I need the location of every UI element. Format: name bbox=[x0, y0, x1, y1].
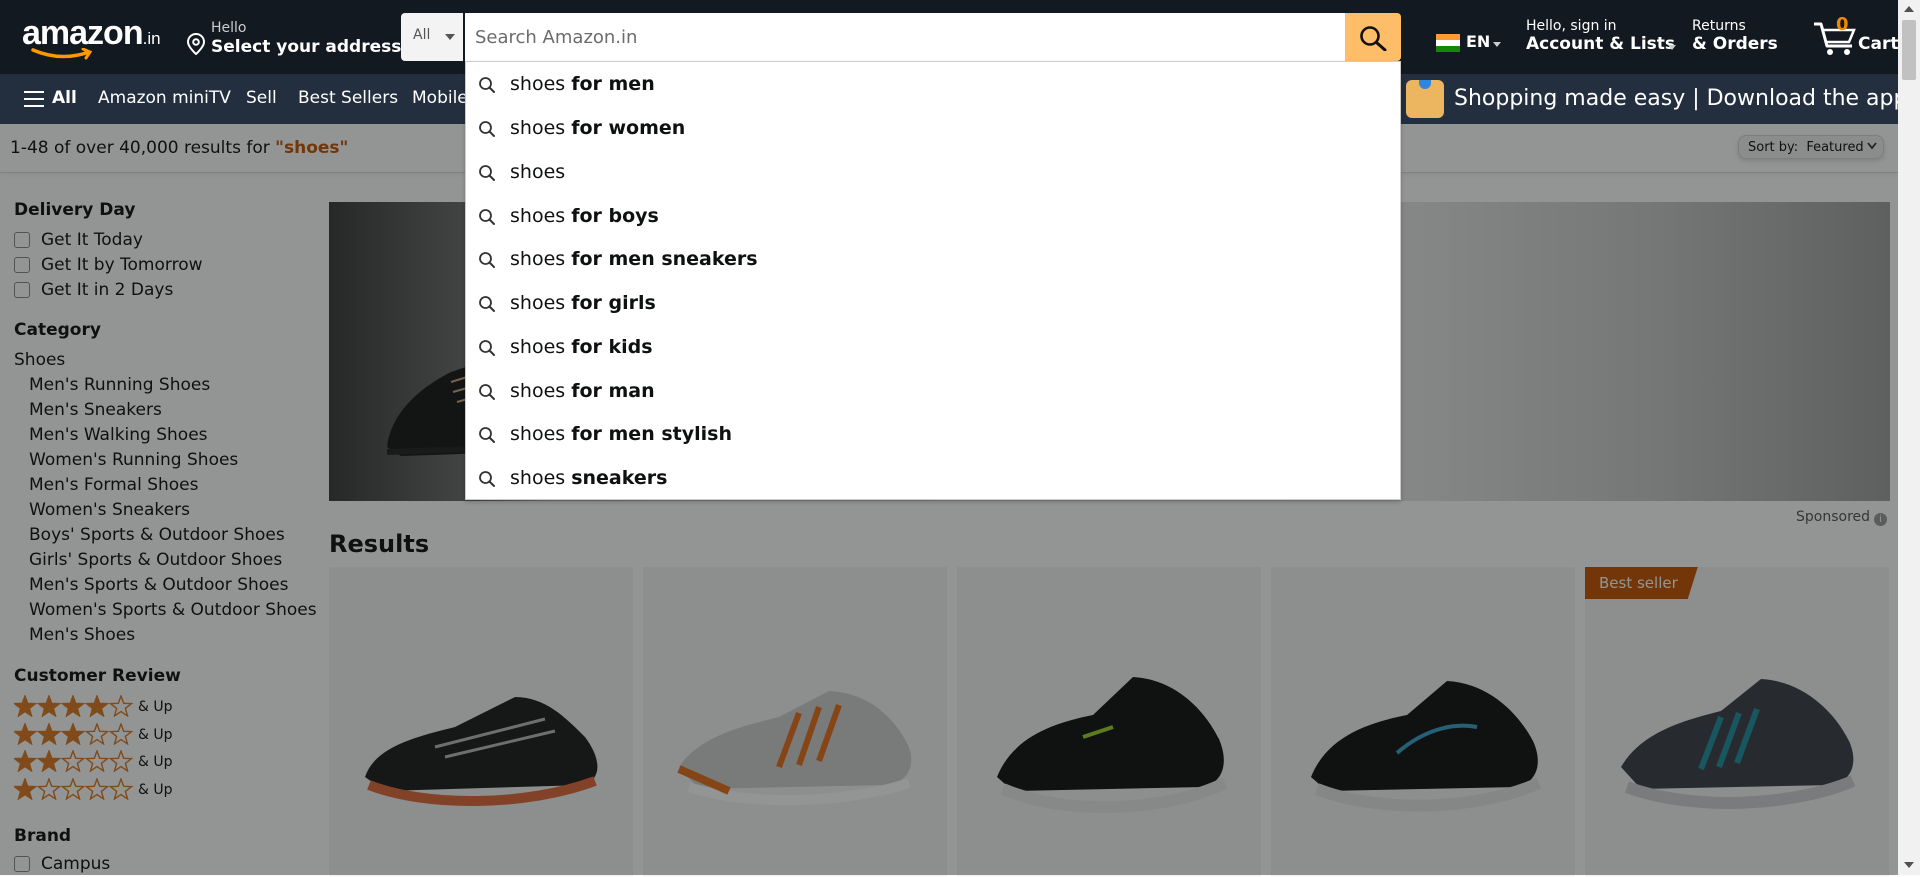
suggestion-item[interactable]: shoes for kids bbox=[466, 327, 1400, 367]
suggestion-item[interactable]: shoes sneakers bbox=[466, 458, 1400, 498]
scroll-down-icon[interactable] bbox=[1904, 862, 1914, 868]
search-category-label: All bbox=[413, 27, 431, 43]
search-icon bbox=[479, 427, 495, 443]
suggestion-prefix: shoes bbox=[510, 205, 566, 227]
language-code: EN bbox=[1466, 32, 1491, 51]
suggestion-item[interactable]: shoes for men stylish bbox=[466, 414, 1400, 454]
search-icon bbox=[1360, 26, 1387, 51]
suggestion-prefix: shoes bbox=[510, 467, 566, 489]
suggestion-prefix: shoes bbox=[510, 423, 566, 445]
returns-line: Returns bbox=[1692, 18, 1746, 34]
suggestion-suffix: for women bbox=[571, 117, 686, 139]
suggestion-prefix: shoes bbox=[510, 248, 566, 270]
suggestion-item[interactable]: shoes bbox=[466, 152, 1400, 192]
shopping-bag-icon bbox=[1406, 80, 1444, 118]
search-icon bbox=[479, 121, 495, 137]
suggestion-suffix: for men sneakers bbox=[571, 248, 758, 270]
suggestion-item[interactable]: shoes for boys bbox=[466, 196, 1400, 236]
suggestion-item[interactable]: shoes for girls bbox=[466, 283, 1400, 323]
search-suggestions-dropdown: shoes for men shoes for women shoes shoe… bbox=[465, 61, 1401, 500]
suggestion-suffix: for men stylish bbox=[571, 423, 732, 445]
caret-down-icon bbox=[1668, 45, 1676, 50]
suggestion-item[interactable]: shoes for men sneakers bbox=[466, 239, 1400, 279]
search-icon bbox=[479, 340, 495, 356]
promo-text: Shopping made easy | Download the app bbox=[1454, 86, 1908, 111]
search-icon bbox=[479, 77, 495, 93]
suggestion-item[interactable]: shoes for men bbox=[466, 64, 1400, 104]
nav-item-best-sellers[interactable]: Best Sellers bbox=[298, 88, 398, 108]
suggestion-suffix: for men bbox=[571, 73, 655, 95]
search-icon bbox=[479, 296, 495, 312]
search-input[interactable] bbox=[465, 13, 1345, 61]
address-greeting: Hello bbox=[211, 20, 247, 36]
logo-text: amazon bbox=[22, 14, 144, 52]
search-icon bbox=[479, 165, 495, 181]
cart-icon bbox=[1814, 22, 1856, 55]
account-label: Account & Lists bbox=[1526, 34, 1676, 54]
cart-count: 0 bbox=[1836, 14, 1849, 35]
all-menu-button[interactable]: All bbox=[52, 88, 77, 108]
search-icon bbox=[479, 471, 495, 487]
search-icon bbox=[479, 384, 495, 400]
suggestion-suffix: for kids bbox=[571, 336, 653, 358]
scrollbar-thumb[interactable] bbox=[1902, 20, 1916, 80]
nav-item-sell[interactable]: Sell bbox=[246, 88, 277, 108]
suggestion-item[interactable]: shoes for women bbox=[466, 108, 1400, 148]
sub-nav-items: All Amazon miniTV Sell Best Sellers Mobi… bbox=[0, 74, 480, 124]
search-category-dropdown[interactable]: All bbox=[401, 13, 463, 61]
cart-button[interactable]: 0 Cart bbox=[1812, 12, 1898, 62]
suggestion-prefix: shoes bbox=[510, 161, 566, 183]
search-button[interactable] bbox=[1345, 13, 1401, 61]
search-icon bbox=[479, 252, 495, 268]
caret-down-icon bbox=[1493, 42, 1501, 47]
orders-line: & Orders bbox=[1692, 34, 1778, 54]
hamburger-menu-icon[interactable] bbox=[24, 91, 44, 107]
suggestion-prefix: shoes bbox=[510, 117, 566, 139]
suggestion-prefix: shoes bbox=[510, 336, 566, 358]
suggestion-suffix: for boys bbox=[571, 205, 659, 227]
scroll-up-icon[interactable] bbox=[1904, 6, 1914, 12]
address-label: Select your address bbox=[211, 37, 402, 57]
account-greeting: Hello, sign in bbox=[1526, 18, 1617, 34]
india-flag-icon bbox=[1436, 34, 1460, 52]
suggestion-suffix: sneakers bbox=[571, 467, 668, 489]
suggestion-prefix: shoes bbox=[510, 292, 566, 314]
logo-smile-icon bbox=[31, 48, 93, 60]
suggestion-prefix: shoes bbox=[510, 380, 566, 402]
suggestion-suffix: for man bbox=[571, 380, 655, 402]
search-bar: All bbox=[401, 13, 1401, 61]
page-scrollbar[interactable] bbox=[1898, 0, 1920, 875]
suggestion-suffix: for girls bbox=[571, 292, 656, 314]
nav-item-minitv[interactable]: Amazon miniTV bbox=[98, 88, 231, 108]
logo-suffix: .in bbox=[142, 29, 161, 48]
search-icon bbox=[479, 209, 495, 225]
caret-down-icon bbox=[445, 34, 455, 40]
suggestion-prefix: shoes bbox=[510, 73, 566, 95]
cart-label: Cart bbox=[1858, 34, 1899, 54]
location-pin-icon bbox=[187, 33, 205, 55]
suggestion-item[interactable]: shoes for man bbox=[466, 371, 1400, 411]
